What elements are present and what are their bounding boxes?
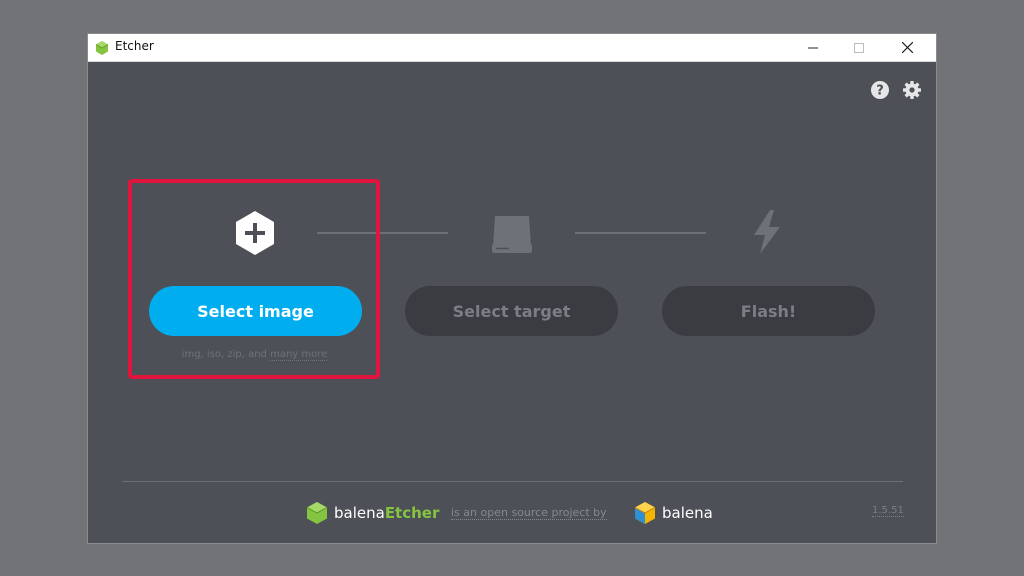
- close-button[interactable]: [884, 34, 930, 61]
- balena-cube-icon: [634, 502, 656, 524]
- drive-icon: [492, 216, 532, 253]
- tagline-container: is an open source project by: [451, 498, 607, 528]
- lightning-bolt-icon: [754, 210, 780, 254]
- svg-text:?: ?: [876, 84, 884, 99]
- balena-etcher-brand[interactable]: balenaEtcher: [305, 498, 439, 528]
- close-icon: [901, 42, 913, 53]
- minimize-button[interactable]: [790, 34, 836, 61]
- minimize-icon: [808, 47, 818, 48]
- company-name: balena: [662, 504, 713, 522]
- maximize-icon: [854, 42, 864, 53]
- brand-suffix: Etcher: [384, 504, 440, 522]
- tagline-link[interactable]: is an open source project by: [451, 506, 607, 520]
- brand-prefix: balena: [334, 504, 385, 522]
- settings-gear-icon[interactable]: [902, 80, 922, 100]
- window-title: Etcher: [115, 39, 154, 53]
- step-connector-2: [575, 232, 706, 234]
- etcher-cube-icon: [306, 502, 328, 524]
- version-label[interactable]: 1.5.51: [872, 505, 904, 517]
- title-bar: Etcher: [88, 34, 936, 62]
- footer-divider: [122, 481, 903, 482]
- help-icon[interactable]: ?: [870, 80, 890, 100]
- etcher-logo-icon: [95, 41, 109, 55]
- maximize-button[interactable]: [836, 34, 882, 61]
- select-target-button[interactable]: Select target: [405, 286, 618, 336]
- balena-brand[interactable]: balena: [633, 498, 713, 528]
- highlight-box: [128, 179, 380, 379]
- flash-button[interactable]: Flash!: [662, 286, 875, 336]
